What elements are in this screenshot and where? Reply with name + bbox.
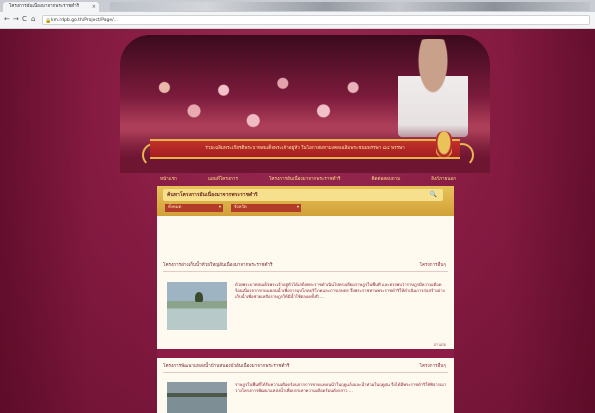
- close-icon[interactable]: ×: [92, 2, 96, 12]
- address-bar[interactable]: 🔒 km.rdpb.go.th/Project/Page/...: [42, 15, 590, 25]
- project-description: ด้วยพระบาทสมเด็จพระเจ้าอยู่หัวได้เสด็จพร…: [235, 282, 445, 300]
- category-select[interactable]: ทั้งหมด ▾: [165, 204, 223, 212]
- project-thumbnail[interactable]: [167, 382, 227, 413]
- page-side-shadow-left: [0, 29, 90, 413]
- section-title[interactable]: โครงการพัฒนาแหล่งน้ำบ้านหนองบัวอันเนื่อง…: [163, 362, 289, 372]
- tree-icon: [195, 292, 203, 302]
- reload-icon[interactable]: C: [22, 15, 27, 24]
- project-description: ราษฎรในพื้นที่ได้รับความเดือดร้อนจากการข…: [235, 382, 447, 394]
- search-label-text: ค้นหาโครงการอันเนื่องมาจากพระราชดำริ: [167, 192, 258, 198]
- search-icon[interactable]: 🔍: [430, 189, 437, 201]
- king-portrait: [398, 39, 468, 137]
- main-content: ค้นหาโครงการอันเนื่องมาจากพระราชดำริ 🔍 ท…: [157, 186, 454, 413]
- more-link[interactable]: โครงการอื่นๆ: [420, 362, 446, 372]
- url-text: km.rdpb.go.th/Project/Page/...: [51, 18, 118, 23]
- nav-item-projects[interactable]: โครงการอันเนื่องมาจากพระราชดำริ: [269, 175, 341, 185]
- home-icon[interactable]: ⌂: [31, 15, 35, 24]
- search-input[interactable]: ค้นหาโครงการอันเนื่องมาจากพระราชดำริ 🔍: [163, 189, 443, 201]
- chevron-down-icon: ▾: [218, 205, 221, 210]
- lock-icon: 🔒: [45, 18, 52, 24]
- chevron-down-icon: ▾: [296, 205, 299, 210]
- province-select[interactable]: จังหวัด ▾: [231, 204, 301, 212]
- search-panel: ค้นหาโครงการอันเนื่องมาจากพระราชดำริ 🔍 ท…: [157, 186, 454, 216]
- section-header: โครงการอ่างเก็บน้ำห้วยใหญ่อันเนื่องมาจาก…: [163, 261, 448, 272]
- category-select-value: ทั้งหมด: [168, 205, 182, 210]
- project-thumbnail[interactable]: [167, 282, 227, 330]
- section-header: โครงการพัฒนาแหล่งน้ำบ้านหนองบัวอันเนื่อง…: [163, 362, 448, 373]
- royal-emblem-icon: [436, 131, 452, 157]
- nav-item-links[interactable]: ลิงก์ภายนอก: [431, 175, 456, 185]
- province-select-value: จังหวัด: [234, 205, 247, 210]
- browser-tab[interactable]: โครงการอันเนื่องมาจากพระราชดำริ ×: [3, 2, 99, 12]
- read-more-link[interactable]: อ่านต่อ: [434, 341, 446, 348]
- back-icon[interactable]: ←: [4, 15, 10, 24]
- page-side-shadow-right: [505, 29, 595, 413]
- main-nav: หน้าแรก แผนที่โครงการ โครงการอันเนื่องมา…: [160, 175, 456, 185]
- section-title[interactable]: โครงการอ่างเก็บน้ำห้วยใหญ่อันเนื่องมาจาก…: [163, 261, 273, 271]
- tab-title: โครงการอันเนื่องมาจากพระราชดำริ: [9, 4, 80, 9]
- nav-item-home[interactable]: หน้าแรก: [160, 175, 177, 185]
- section-divider: [157, 349, 454, 358]
- forward-icon[interactable]: →: [13, 15, 19, 24]
- browser-toolbar: ← → C ⌂ 🔒 km.rdpb.go.th/Project/Page/...: [0, 12, 595, 29]
- tab-strip-background: [110, 2, 590, 11]
- banner-ribbon: ร่วมเฉลิมพระเกียรติพระบาทสมเด็จพระเจ้าอย…: [150, 139, 460, 159]
- nav-item-contact[interactable]: ติดต่อสอบถาม: [372, 175, 401, 185]
- more-link[interactable]: โครงการอื่นๆ: [420, 261, 446, 271]
- browser-tab-bar: โครงการอันเนื่องมาจากพระราชดำริ ×: [0, 0, 595, 12]
- nav-item-map[interactable]: แผนที่โครงการ: [208, 175, 238, 185]
- web-page: ร่วมเฉลิมพระเกียรติพระบาทสมเด็จพระเจ้าอย…: [0, 29, 595, 413]
